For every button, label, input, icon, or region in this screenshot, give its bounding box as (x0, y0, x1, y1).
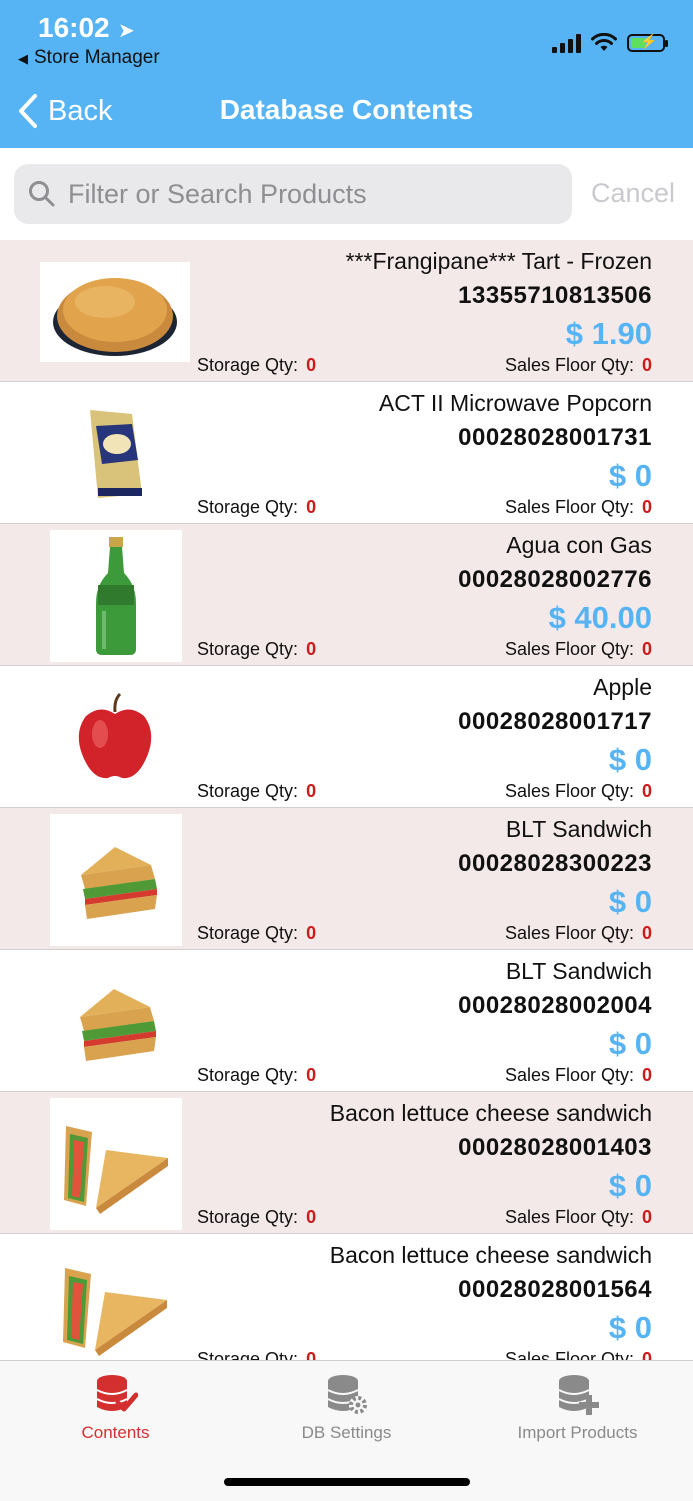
cellular-signal-icon (552, 33, 581, 53)
sales-floor-qty: Sales Floor Qty: 0 (504, 355, 652, 375)
triangle-sandwich-image (40, 1256, 190, 1356)
storage-qty: Storage Qty: 0 (197, 355, 317, 375)
product-row[interactable]: Bacon lettuce cheese sandwich 0002802800… (0, 1092, 693, 1234)
battery-icon: ⚡ (627, 33, 668, 52)
search-input[interactable] (66, 177, 550, 211)
green-bottle-image (50, 530, 182, 662)
storage-qty: Storage Qty: 0 (197, 781, 317, 801)
storage-qty: Storage Qty: 0 (197, 1207, 317, 1227)
product-price: $ 0 (608, 884, 652, 919)
product-name: BLT Sandwich (505, 958, 652, 984)
product-sku: 00028028001403 (458, 1134, 652, 1161)
database-check-icon (96, 1375, 138, 1412)
search-icon (29, 181, 55, 207)
storage-qty: Storage Qty: 0 (197, 1349, 317, 1360)
product-price: $ 0 (608, 1168, 652, 1203)
sales-floor-qty: Sales Floor Qty: 0 (504, 1065, 652, 1085)
tab-import-products[interactable]: Import Products (462, 1373, 693, 1443)
storage-qty: Storage Qty: 0 (197, 923, 317, 943)
search-bar: Cancel (0, 148, 693, 241)
sales-floor-qty: Sales Floor Qty: 0 (504, 1207, 652, 1227)
product-row[interactable]: Apple 00028028001717 $ 0 Storage Qty: 0 S… (0, 666, 693, 808)
storage-qty: Storage Qty: 0 (197, 1065, 317, 1085)
tab-contents[interactable]: Contents (0, 1373, 231, 1443)
product-sku: 13355710813506 (458, 282, 652, 309)
back-button[interactable]: Back (18, 90, 112, 132)
product-name: Bacon lettuce cheese sandwich (329, 1100, 652, 1126)
product-name: ***Frangipane*** Tart - Frozen (345, 248, 652, 274)
product-price: $ 0 (608, 1026, 652, 1061)
back-triangle-icon: ◀ (18, 51, 28, 66)
product-name: Apple (593, 674, 652, 700)
product-price: $ 0 (608, 458, 652, 493)
product-sku: 00028028002776 (458, 566, 652, 593)
storage-qty: Storage Qty: 0 (197, 639, 317, 659)
apple-image (40, 688, 190, 788)
product-sku: 00028028002004 (458, 992, 652, 1019)
back-to-app-link[interactable]: ◀ Store Manager (18, 47, 160, 69)
tab-db-settings[interactable]: DB Settings (231, 1373, 462, 1443)
triangle-sandwich-image (50, 1098, 182, 1230)
location-arrow-icon: ➤ (118, 20, 135, 42)
status-icons: ⚡ (552, 30, 668, 56)
back-label: Back (48, 94, 113, 127)
product-list: ***Frangipane*** Tart - Frozen 133557108… (0, 240, 693, 1360)
product-name: BLT Sandwich (505, 816, 652, 842)
product-price: $ 1.90 (565, 316, 652, 351)
sales-floor-qty: Sales Floor Qty: 0 (504, 1349, 652, 1360)
product-name: ACT II Microwave Popcorn (378, 390, 652, 416)
database-gear-icon (327, 1375, 367, 1414)
wifi-icon (591, 33, 617, 51)
sales-floor-qty: Sales Floor Qty: 0 (504, 781, 652, 801)
sales-floor-qty: Sales Floor Qty: 0 (504, 497, 652, 517)
popcorn-bag-image (40, 404, 190, 504)
product-name: Bacon lettuce cheese sandwich (329, 1242, 652, 1268)
chevron-left-icon (19, 94, 37, 128)
tab-contents-label: Contents (81, 1423, 150, 1442)
tab-db-settings-label: DB Settings (301, 1423, 392, 1442)
product-price: $ 0 (608, 742, 652, 777)
product-sku: 00028028300223 (458, 850, 652, 877)
product-price: $ 40.00 (548, 600, 652, 635)
product-name: Agua con Gas (506, 532, 652, 558)
database-plus-icon (558, 1375, 599, 1415)
sales-floor-qty: Sales Floor Qty: 0 (504, 639, 652, 659)
product-row[interactable]: ***Frangipane*** Tart - Frozen 133557108… (0, 240, 693, 382)
product-sku: 00028028001731 (458, 424, 652, 451)
header: 16:02 ➤ ◀ Store Manager ⚡ Back Database C… (0, 0, 693, 148)
cancel-button[interactable]: Cancel (591, 178, 675, 209)
storage-qty: Storage Qty: 0 (197, 497, 317, 517)
product-row[interactable]: Bacon lettuce cheese sandwich 0002802800… (0, 1234, 693, 1360)
product-row[interactable]: BLT Sandwich 00028028300223 $ 0 Storage … (0, 808, 693, 950)
tart-image (40, 262, 190, 362)
tab-import-products-label: Import Products (517, 1423, 638, 1442)
sandwich-image (40, 972, 190, 1072)
product-row[interactable]: ACT II Microwave Popcorn 00028028001731 … (0, 382, 693, 524)
sandwich-image (50, 814, 182, 946)
product-row[interactable]: Agua con Gas 00028028002776 $ 40.00 Stor… (0, 524, 693, 666)
search-box[interactable] (14, 164, 572, 224)
product-row[interactable]: BLT Sandwich 00028028002004 $ 0 Storage … (0, 950, 693, 1092)
home-indicator[interactable] (224, 1478, 470, 1486)
sales-floor-qty: Sales Floor Qty: 0 (504, 923, 652, 943)
back-app-label: Store Manager (34, 47, 160, 68)
product-sku: 00028028001564 (458, 1276, 652, 1303)
product-sku: 00028028001717 (458, 708, 652, 735)
status-time: 16:02 (38, 12, 110, 43)
product-price: $ 0 (608, 1310, 652, 1345)
